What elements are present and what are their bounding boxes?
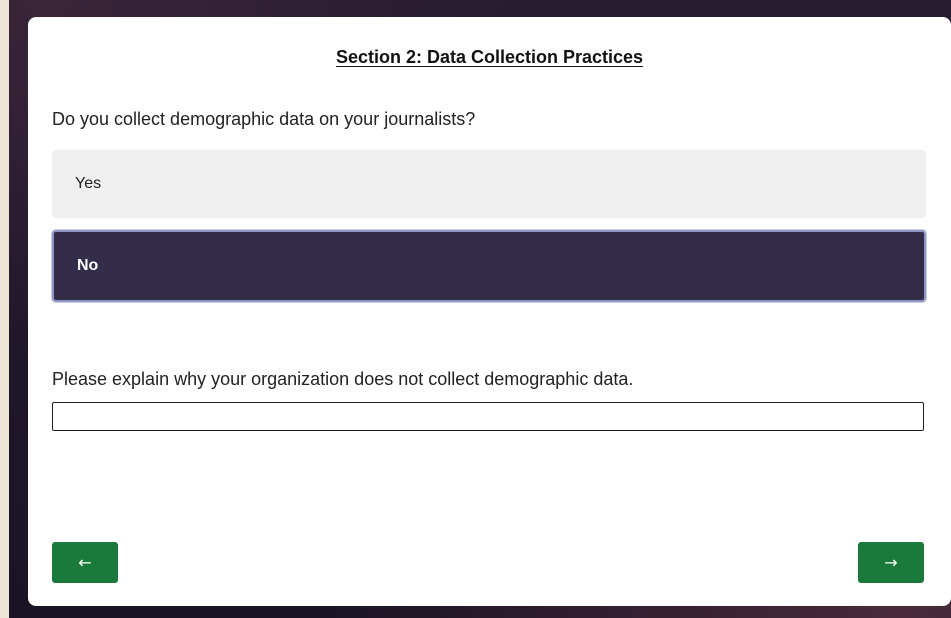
choice-no[interactable]: No xyxy=(52,230,926,302)
explanation-input[interactable] xyxy=(52,402,924,431)
back-button[interactable]: ← xyxy=(52,542,118,583)
choice-yes-label: Yes xyxy=(75,175,102,192)
question-text: Do you collect demographic data on your … xyxy=(52,109,476,129)
choice-no-label: No xyxy=(77,257,99,274)
section-title: Section 2: Data Collection Practices xyxy=(335,47,644,67)
choice-yes[interactable]: Yes xyxy=(52,150,926,218)
survey-card: Section 2: Data Collection Practices Do … xyxy=(28,17,951,606)
left-arrow-icon: ← xyxy=(78,553,92,572)
next-button[interactable]: → xyxy=(858,542,924,583)
explanation-label: Please explain why your organization doe… xyxy=(52,369,634,389)
right-arrow-icon: → xyxy=(884,553,898,572)
